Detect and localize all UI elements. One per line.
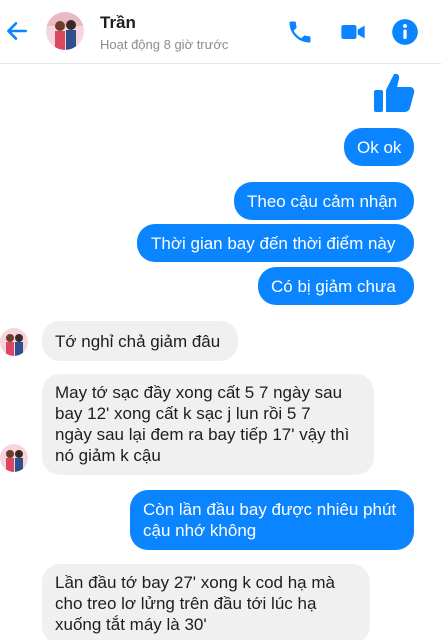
message-line: Lần đầu tớ bay 27' xong k cod hạ mà xyxy=(55,573,335,592)
message-bubble-outgoing[interactable]: Có bị giảm chưa xyxy=(258,267,414,305)
message-bubble-outgoing[interactable]: Thời gian bay đến thời điểm này xyxy=(137,224,414,262)
message-bubble-incoming[interactable]: Lần đầu tớ bay 27' xong k cod hạ mà cho … xyxy=(42,564,370,640)
message-line: xuống tắt máy là 30' xyxy=(55,615,207,634)
active-status: Hoạt động 8 giờ trước xyxy=(100,37,229,52)
chat-header: Trần Hoạt động 8 giờ trước xyxy=(0,0,441,64)
contact-avatar-small[interactable] xyxy=(0,328,28,356)
message-text: Thời gian bay đến thời điểm này xyxy=(151,234,396,253)
contact-name[interactable]: Trần xyxy=(100,13,136,33)
info-icon[interactable] xyxy=(391,18,419,46)
message-bubble-incoming[interactable]: May tớ sạc đầy xong cất 5 7 ngày sau bay… xyxy=(42,374,374,475)
message-bubble-outgoing[interactable]: Còn lần đầu bay được nhiêu phút cậu nhớ … xyxy=(130,490,414,550)
message-text: Tớ nghỉ chả giảm đâu xyxy=(55,332,221,351)
message-line: bay 12' xong cất k sạc j lun rồi 5 7 xyxy=(55,404,311,423)
message-line: cậu nhớ không xyxy=(143,521,257,540)
message-bubble-outgoing[interactable]: Ok ok xyxy=(344,128,414,166)
phone-icon[interactable] xyxy=(286,18,314,46)
message-line: Còn lần đầu bay được nhiêu phút xyxy=(143,500,397,519)
message-line: ngày sau lại đem ra bay tiếp 17' vậy thì xyxy=(55,425,350,444)
contact-avatar[interactable] xyxy=(46,12,84,50)
thumbs-up-icon xyxy=(374,73,415,112)
contact-avatar-small[interactable] xyxy=(0,444,28,472)
message-text: Ok ok xyxy=(357,138,402,157)
arrow-left-icon[interactable] xyxy=(4,18,30,44)
message-line: cho treo lơ lửng trên đầu tới lúc hạ xyxy=(55,594,317,613)
video-camera-icon[interactable] xyxy=(339,18,367,46)
message-bubble-incoming[interactable]: Tớ nghỉ chả giảm đâu xyxy=(42,321,238,361)
message-text: Theo cậu cảm nhận xyxy=(247,192,398,211)
message-line: nó giảm k cậu xyxy=(55,446,161,465)
message-bubble-outgoing[interactable]: Theo cậu cảm nhận xyxy=(234,182,414,220)
message-line: May tớ sạc đầy xong cất 5 7 ngày sau xyxy=(55,383,343,402)
message-text: Có bị giảm chưa xyxy=(271,277,396,296)
